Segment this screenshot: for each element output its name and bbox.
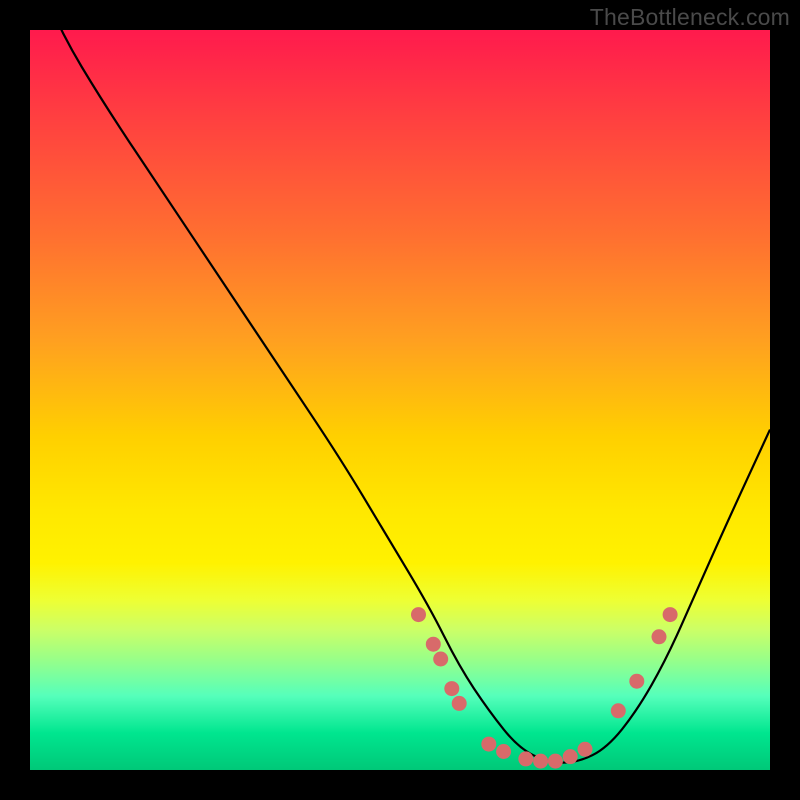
highlight-dot <box>611 703 626 718</box>
highlight-dot <box>518 751 533 766</box>
highlight-dots-group <box>411 607 678 769</box>
bottleneck-chart-svg <box>30 30 770 770</box>
bottleneck-curve-line <box>30 0 770 763</box>
highlight-dot <box>481 737 496 752</box>
highlight-dot <box>663 607 678 622</box>
highlight-dot <box>433 652 448 667</box>
highlight-dot <box>496 744 511 759</box>
highlight-dot <box>426 637 441 652</box>
highlight-dot <box>629 674 644 689</box>
highlight-dot <box>411 607 426 622</box>
highlight-dot <box>533 754 548 769</box>
highlight-dot <box>444 681 459 696</box>
chart-frame: TheBottleneck.com <box>0 0 800 800</box>
highlight-dot <box>563 749 578 764</box>
watermark-text: TheBottleneck.com <box>590 4 790 31</box>
highlight-dot <box>578 742 593 757</box>
highlight-dot <box>548 754 563 769</box>
highlight-dot <box>652 629 667 644</box>
highlight-dot <box>452 696 467 711</box>
